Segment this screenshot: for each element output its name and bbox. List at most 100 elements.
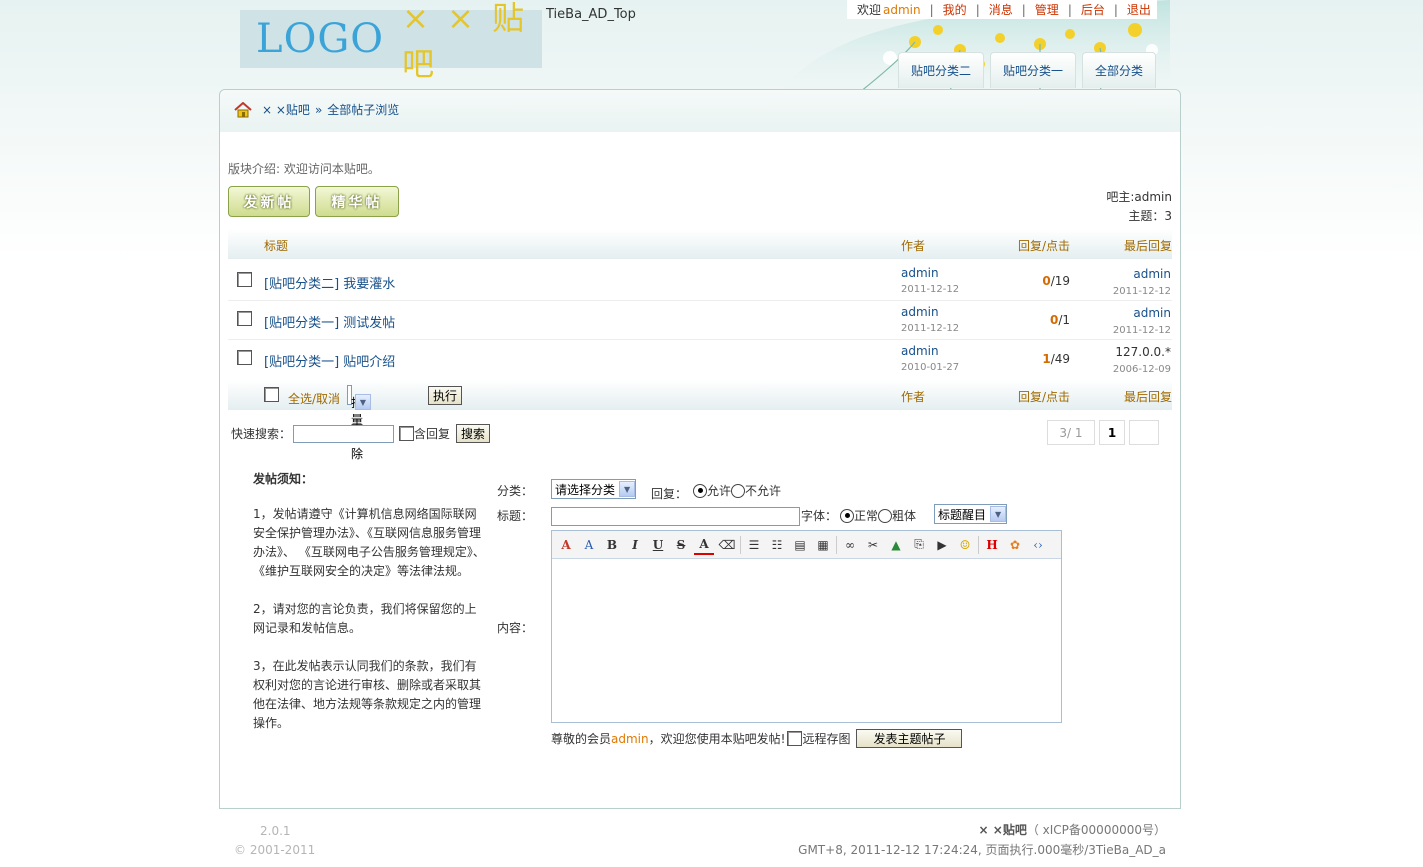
underline-icon[interactable]: U	[648, 535, 668, 555]
table-row: [贴吧分类一] 测试发帖 admin 2011-12-12 0/1 admin …	[228, 301, 1172, 340]
welcome-text: 欢迎	[857, 3, 882, 17]
html-icon[interactable]: H	[982, 535, 1002, 555]
post-title-link[interactable]: [贴吧分类一] 贴吧介绍	[264, 351, 395, 370]
post-date: 2010-01-27	[901, 362, 960, 373]
my-link[interactable]: 我的	[943, 1, 967, 18]
list-icon[interactable]: ☷	[767, 535, 787, 555]
table-row: [贴吧分类一] 贴吧介绍 admin 2010-01-27 1/49 127.0…	[228, 340, 1172, 379]
new-post-button[interactable]: 发新帖	[228, 186, 310, 217]
attachment-icon[interactable]: ⎘	[909, 535, 929, 555]
search-input[interactable]	[293, 424, 395, 443]
search-button[interactable]: 搜索	[456, 424, 491, 443]
font-family-icon[interactable]: A	[556, 535, 576, 555]
unlink-icon[interactable]: ✂	[863, 535, 883, 555]
post-title-link[interactable]: [贴吧分类二] 我要灌水	[264, 273, 395, 292]
include-reply-checkbox[interactable]	[399, 426, 415, 441]
last-reply-user[interactable]: admin	[1078, 267, 1171, 281]
icp-number[interactable]: （ xICP备00000000号）	[1027, 823, 1166, 837]
remote-image-checkbox[interactable]	[787, 731, 803, 746]
row-checkbox[interactable]	[237, 272, 252, 287]
logout-link[interactable]: 退出	[1127, 1, 1151, 18]
strikethrough-icon[interactable]: S	[671, 535, 691, 555]
eraser-icon[interactable]: ⌫	[717, 535, 737, 555]
col-reply-click-footer: 回复/点击	[1018, 390, 1071, 404]
breadcrumb-forum-link[interactable]: × ×贴吧	[262, 101, 310, 118]
ad-top: TieBa_AD_Top	[546, 7, 636, 22]
allow-reply-radio[interactable]	[693, 483, 707, 498]
last-reply-date: 2011-12-12	[1112, 325, 1171, 336]
execute-button[interactable]: 执行	[428, 386, 463, 405]
select-all-label[interactable]: 全选/取消	[288, 390, 340, 407]
member-name: admin	[611, 731, 649, 746]
emoji-icon[interactable]: ✿	[1005, 535, 1025, 555]
media-icon[interactable]: ▶	[932, 535, 952, 555]
footer-left: 2.0.1 © 2001-2011	[234, 822, 315, 860]
font-size-icon[interactable]: A	[579, 535, 599, 555]
indent-icon[interactable]: ▤	[790, 535, 810, 555]
post-author[interactable]: admin	[901, 344, 939, 358]
font-options: 字体： 正常 粗体	[801, 508, 917, 523]
title-style-select[interactable]: 标题醒目 ▼	[934, 504, 1008, 524]
category-select[interactable]: 请选择分类 ▼	[551, 479, 637, 499]
breadcrumb-current[interactable]: 全部帖子浏览	[327, 101, 399, 118]
font-normal-radio[interactable]	[840, 508, 855, 523]
smiley-icon[interactable]: ☺	[955, 535, 975, 555]
notice-item: 2，请对您的言论负责，我们将保留您的上网记录和发帖信息。	[253, 602, 477, 635]
col-last-reply: 最后回复	[1124, 239, 1173, 253]
italic-icon[interactable]: I	[625, 535, 645, 555]
tab-all-categories[interactable]: 全部分类	[1082, 52, 1157, 88]
select-all-checkbox[interactable]	[264, 387, 279, 402]
pagination: 3/ 1 1	[1047, 420, 1159, 445]
bold-icon[interactable]: B	[602, 535, 622, 555]
post-author[interactable]: admin	[901, 305, 939, 319]
current-user-link[interactable]: admin	[883, 3, 921, 17]
chevron-down-icon: ▼	[619, 481, 636, 497]
tab-category-two[interactable]: 贴吧分类二	[898, 52, 985, 88]
source-code-icon[interactable]: ‹›	[1028, 535, 1048, 555]
submit-row: 尊敬的会员 admin ，欢迎您使用本贴吧发帖! 远程存图 发表主题帖子	[551, 729, 963, 748]
batch-action-select[interactable]: 批量删除 ▼	[347, 385, 371, 461]
forum-owner: 吧主:admin	[1106, 190, 1172, 204]
row-checkbox[interactable]	[237, 350, 252, 365]
title-label: 标题：	[497, 509, 534, 523]
last-reply-user[interactable]: admin	[1078, 306, 1171, 320]
manage-link[interactable]: 管理	[1035, 1, 1059, 18]
align-icon[interactable]: ☰	[744, 535, 764, 555]
rich-text-editor: A A B I U S A ⌫ ☰ ☷ ▤ ▦ ∞ ✂ ▲ ⎘ ▶ ☺ H ✿ …	[551, 530, 1062, 723]
admin-link[interactable]: 后台	[1081, 1, 1105, 18]
logo[interactable]: LOGO × × 贴吧	[240, 0, 542, 83]
posting-notice: 发帖须知： 1，发帖请遵守《计算机信息网络国际联网安全保护管理办法》、《互联网信…	[253, 470, 487, 752]
editor-toolbar: A A B I U S A ⌫ ☰ ☷ ▤ ▦ ∞ ✂ ▲ ⎘ ▶ ☺ H ✿ …	[552, 531, 1061, 559]
disallow-reply-radio[interactable]	[731, 483, 746, 498]
quick-search: 快速搜索： 含回复 搜索	[231, 424, 491, 443]
footer-right: × ×贴吧（ xICP备00000000号） GMT+8, 2011-12-12…	[700, 820, 1166, 860]
table-header: 标题 作者 回复/点击 最后回复	[228, 229, 1172, 259]
featured-posts-button[interactable]: 精华帖	[315, 186, 399, 217]
title-input[interactable]	[551, 507, 800, 526]
text-color-icon[interactable]: A	[694, 535, 714, 555]
category-tabs: 贴吧分类二 贴吧分类一 全部分类	[898, 52, 1157, 88]
last-reply-date: 2011-12-12	[1112, 286, 1171, 297]
table-icon[interactable]: ▦	[813, 535, 833, 555]
font-bold-radio[interactable]	[878, 508, 893, 523]
post-title-link[interactable]: [贴吧分类一] 测试发帖	[264, 312, 395, 331]
footer-site[interactable]: × ×贴吧	[979, 823, 1027, 837]
messages-link[interactable]: 消息	[989, 1, 1013, 18]
col-author: 作者	[901, 239, 926, 253]
forum-owner-info: 吧主:admin 主题：3	[1000, 188, 1172, 226]
chevron-down-icon: ▼	[990, 506, 1007, 522]
col-author-footer: 作者	[901, 390, 926, 404]
submit-post-button[interactable]: 发表主题帖子	[856, 729, 963, 748]
logo-subtitle: × × 贴吧	[402, 0, 529, 83]
page-next[interactable]	[1129, 420, 1159, 445]
search-label: 快速搜索：	[231, 427, 292, 441]
page-current[interactable]: 1	[1099, 420, 1125, 445]
col-reply-click: 回复/点击	[1018, 239, 1071, 253]
link-icon[interactable]: ∞	[840, 535, 860, 555]
home-icon[interactable]	[234, 101, 252, 118]
row-checkbox[interactable]	[237, 311, 252, 326]
tab-category-one[interactable]: 贴吧分类一	[990, 52, 1077, 88]
breadcrumb: × ×贴吧 » 全部帖子浏览	[234, 101, 399, 118]
image-upload-icon[interactable]: ▲	[886, 535, 906, 555]
post-author[interactable]: admin	[901, 266, 939, 280]
